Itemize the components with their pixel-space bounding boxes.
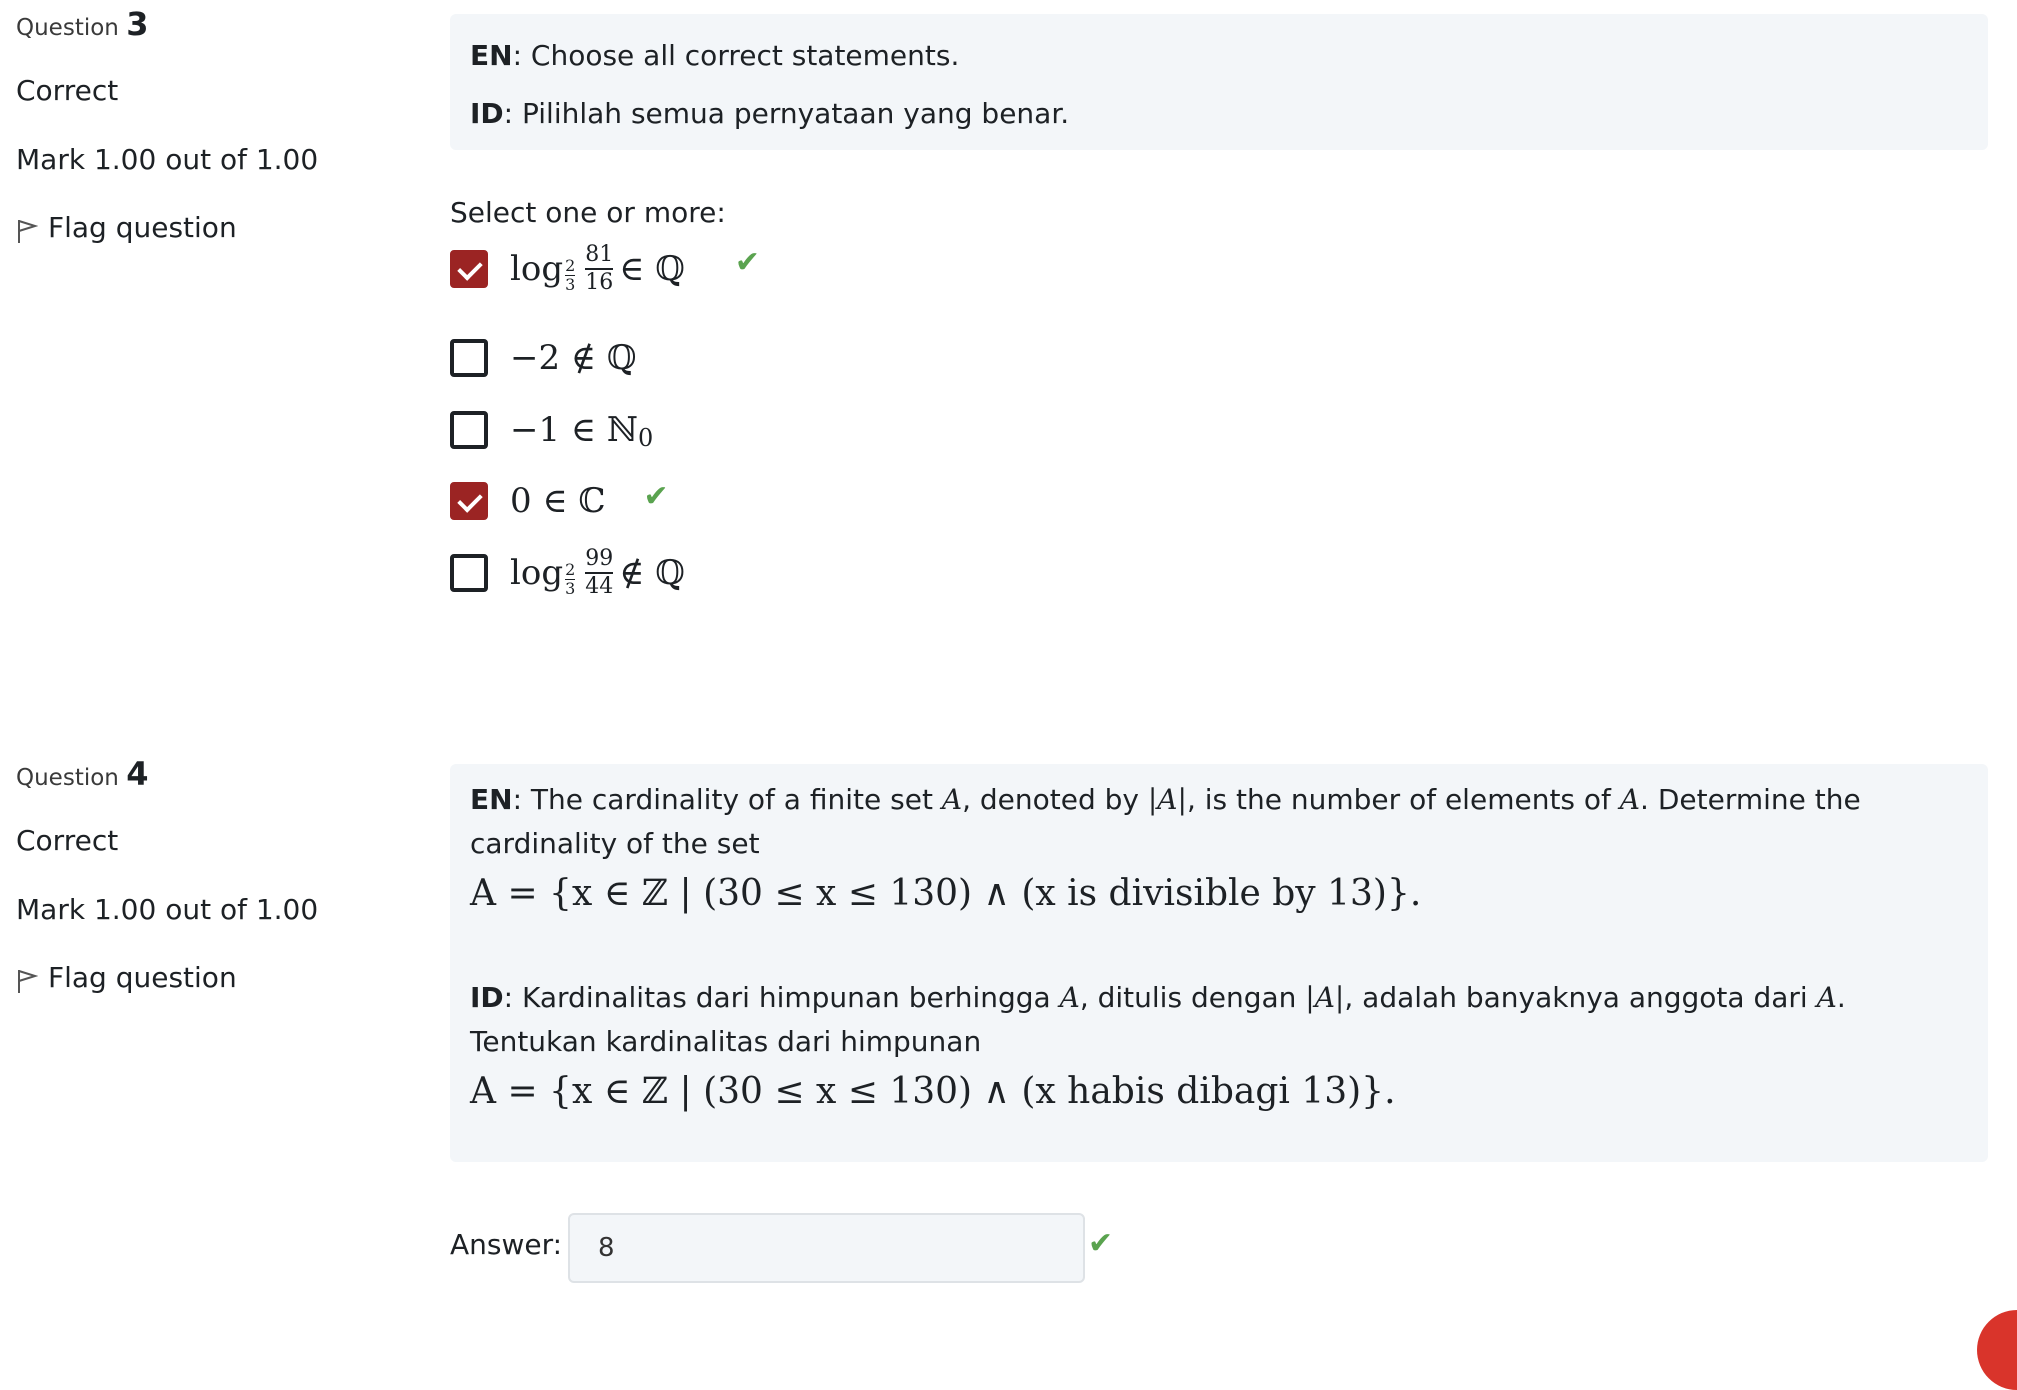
question-4-text: EN: The cardinality of a finite set A, d…: [450, 764, 1988, 1162]
choice-1-math: log 23 81 16 ∈ ℚ: [510, 242, 685, 295]
choice-1-checkbox[interactable]: [450, 250, 488, 288]
question-grade: Mark 1.00 out of 1.00: [16, 893, 319, 926]
flag-question-label: Flag question: [48, 960, 237, 994]
choice-2[interactable]: −2 ∉ ℚ: [450, 333, 637, 383]
question-3-info: Question 3 Correct Mark 1.00 out of 1.00…: [16, 8, 416, 244]
choice-4-checkbox[interactable]: [450, 482, 488, 520]
question-en: EN: The cardinality of a finite set A, d…: [470, 783, 1861, 860]
correct-check-icon: ✔: [643, 478, 669, 514]
question-number-value: 3: [126, 5, 149, 43]
en-set-formula: A = {x ∈ ℤ | (30 ≤ x ≤ 130) ∧ (x is divi…: [470, 873, 1422, 914]
choice-5[interactable]: log 23 99 44 ∉ ℚ: [450, 546, 685, 599]
flag-icon: [18, 220, 38, 243]
question-state: Correct: [16, 824, 119, 857]
question-number: Question 3: [16, 8, 416, 40]
choice-3-math: −1 ∈ ℕ0: [510, 410, 654, 452]
question-id: ID: Kardinalitas dari himpunan berhingga…: [470, 981, 1846, 1058]
flag-question-button[interactable]: Flag question: [16, 210, 416, 244]
flag-question-label: Flag question: [48, 210, 237, 244]
question-state: Correct: [16, 74, 119, 107]
flag-question-button[interactable]: Flag question: [16, 960, 416, 994]
question-label: Question: [16, 765, 119, 791]
choice-5-checkbox[interactable]: [450, 554, 488, 592]
choice-1[interactable]: log 23 81 16 ∈ ℚ ✔: [450, 242, 761, 295]
question-4-info: Question 4 Correct Mark 1.00 out of 1.00…: [16, 758, 416, 994]
answer-input[interactable]: [568, 1213, 1085, 1283]
id-set-formula: A = {x ∈ ℤ | (30 ≤ x ≤ 130) ∧ (x habis d…: [470, 1071, 1396, 1112]
select-prompt: Select one or more:: [450, 196, 726, 229]
correct-check-icon: ✔: [1088, 1226, 1114, 1261]
choice-2-math: −2 ∉ ℚ: [510, 338, 637, 378]
answer-label: Answer:: [450, 1228, 563, 1261]
correct-check-icon: ✔: [734, 244, 761, 280]
choice-4[interactable]: 0 ∈ ℂ ✔: [450, 476, 669, 526]
question-grade: Mark 1.00 out of 1.00: [16, 143, 319, 176]
choice-5-math: log 23 99 44 ∉ ℚ: [510, 546, 685, 599]
floating-action-button[interactable]: [1977, 1310, 2017, 1390]
question-label: Question: [16, 15, 119, 41]
question-id: ID: Pilihlah semua pernyataan yang benar…: [470, 97, 1070, 130]
question-3-text: EN: Choose all correct statements. ID: P…: [450, 14, 1988, 150]
question-number: Question 4: [16, 758, 416, 790]
choice-3-checkbox[interactable]: [450, 411, 488, 449]
choice-4-math: 0 ∈ ℂ: [510, 481, 606, 521]
question-en: EN: Choose all correct statements.: [470, 39, 960, 72]
choice-3[interactable]: −1 ∈ ℕ0: [450, 405, 653, 455]
flag-icon: [18, 970, 38, 993]
question-number-value: 4: [126, 755, 149, 793]
choice-2-checkbox[interactable]: [450, 339, 488, 377]
